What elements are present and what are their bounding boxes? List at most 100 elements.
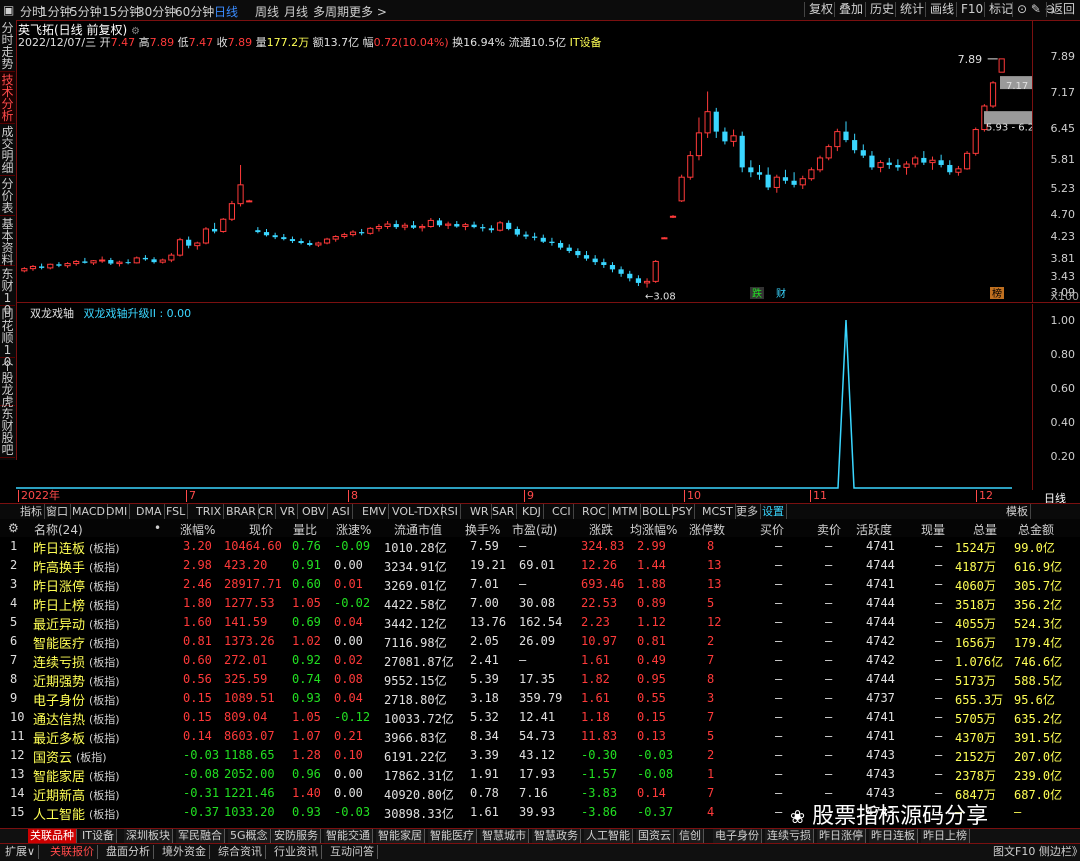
table-row[interactable]: 6 智能医疗 (板指) 0.81 1373.26 1.02 0.00 7116.98亿 2.05… xyxy=(0,632,1080,652)
related-tab-18[interactable]: 昨日上榜 xyxy=(921,829,970,843)
side-tab-2[interactable]: 成交明细 xyxy=(0,124,15,176)
indicator-tab-0[interactable]: 指标 xyxy=(18,504,45,519)
indicator-tab-1[interactable]: 窗口 xyxy=(44,504,71,519)
indicator-tab-21[interactable]: BOLL xyxy=(640,504,674,519)
side-tab-6[interactable]: 同花顺10 xyxy=(0,306,15,368)
table-row[interactable]: 1 昨日连板 (板指) 3.20 10464.60 0.76 -0.09 1010.28亿 7.… xyxy=(0,537,1080,557)
event-tag-2[interactable]: 榜 xyxy=(990,287,1004,300)
related-tab-5[interactable]: 安防服务 xyxy=(272,829,321,843)
column-header[interactable]: 总金额 xyxy=(1018,521,1054,538)
column-header[interactable]: 活跃度 xyxy=(856,521,892,538)
indicator-tab-11[interactable]: ASI xyxy=(330,504,353,519)
related-tab-8[interactable]: 智能医疗 xyxy=(428,829,477,843)
side-tab-5[interactable]: 东财10 xyxy=(0,266,15,316)
indicator-tab-24[interactable]: 更多 xyxy=(734,504,761,519)
related-tab-3[interactable]: 军民融合 xyxy=(176,829,225,843)
template-button[interactable]: 模板 xyxy=(1004,504,1031,519)
column-header[interactable]: 涨速% xyxy=(336,521,371,538)
period-7[interactable]: 周线 xyxy=(255,3,279,20)
indicator-tab-10[interactable]: OBV xyxy=(300,504,329,519)
toolbar-button-3[interactable]: 统计 xyxy=(895,2,928,17)
related-tab-16[interactable]: 昨日涨停 xyxy=(817,829,866,843)
side-tab-8[interactable]: 东财股吧 xyxy=(0,406,15,458)
period-9[interactable]: 多周期 xyxy=(313,3,349,20)
event-tag-1[interactable]: 财 xyxy=(774,287,788,300)
event-tag-0[interactable]: 跌 xyxy=(750,287,764,300)
column-header[interactable]: 涨跌 xyxy=(589,521,613,538)
table-row[interactable]: 8 近期强势 (板指) 0.56 325.59 0.74 0.08 9552.15亿 5.39 1… xyxy=(0,670,1080,690)
related-tab-6[interactable]: 智能交通 xyxy=(324,829,373,843)
related-tab-1[interactable]: IT设备 xyxy=(80,829,117,843)
indicator-tab-16[interactable]: SAR xyxy=(490,504,518,519)
related-tab-17[interactable]: 昨日连板 xyxy=(869,829,918,843)
bottom-nav-5[interactable]: 行业资讯 xyxy=(271,845,322,859)
indicator-tab-12[interactable]: EMV xyxy=(360,504,389,519)
indicator-tab-15[interactable]: WR xyxy=(468,504,492,519)
indicator-tab-7[interactable]: BRAR xyxy=(224,504,259,519)
candlestick-chart[interactable]: 7.89 ←3.08 7.17 - 5.93 - 6.26 跌 财 榜 xyxy=(16,48,1032,300)
related-tab-2[interactable]: 深圳板块 xyxy=(124,829,173,843)
table-row[interactable]: 13 智能家居 (板指) -0.08 2052.00 0.96 0.00 17862.31亿 1… xyxy=(0,765,1080,785)
column-header[interactable]: 涨幅% xyxy=(180,521,215,538)
indicator-tab-14[interactable]: RSI xyxy=(438,504,461,519)
table-row[interactable]: 9 电子身份 (板指) 0.15 1089.51 0.93 0.04 2718.80亿 3.18… xyxy=(0,689,1080,709)
indicator-tab-6[interactable]: TRIX xyxy=(194,504,225,519)
indicator-tab-18[interactable]: CCI xyxy=(550,504,574,519)
column-header[interactable]: 流通市值 xyxy=(394,521,442,538)
bottom-nav-4[interactable]: 综合资讯 xyxy=(215,845,266,859)
toolbar-button-5[interactable]: F10 xyxy=(956,2,987,17)
column-header[interactable]: • xyxy=(154,521,161,535)
side-tab-3[interactable]: 分价表 xyxy=(0,176,15,216)
side-tab-4[interactable]: 基本资料 xyxy=(0,216,15,266)
toolbar-button-1[interactable]: 叠加 xyxy=(834,2,867,17)
column-header[interactable]: 总量 xyxy=(973,521,997,538)
toolbar-button-4[interactable]: 画线 xyxy=(925,2,958,17)
related-tab-0[interactable]: 关联品种 xyxy=(28,829,77,843)
table-row[interactable]: 7 连续亏损 (板指) 0.60 272.01 0.92 0.02 27081.87亿 2.41… xyxy=(0,651,1080,671)
column-header[interactable]: 名称(24) xyxy=(34,521,83,538)
toolbar-button-0[interactable]: 复权 xyxy=(804,2,837,17)
column-header[interactable]: 涨停数 xyxy=(689,521,725,538)
indicator-tab-25[interactable]: 设置 xyxy=(760,504,787,519)
column-header[interactable]: 市盈(动) xyxy=(512,521,557,538)
column-header[interactable]: 换手% xyxy=(465,521,500,538)
related-tab-4[interactable]: 5G概念 xyxy=(228,829,271,843)
indicator-tab-23[interactable]: MCST xyxy=(700,504,736,519)
period-8[interactable]: 月线 xyxy=(284,3,308,20)
column-header[interactable]: 量比 xyxy=(293,521,317,538)
period-5[interactable]: 60分钟 xyxy=(175,3,214,20)
sidebar-toggle-icon[interactable]: ▣ xyxy=(3,3,14,17)
f10-sidebar-button[interactable]: 图文F10 侧边栏》 xyxy=(990,845,1080,859)
period-4[interactable]: 30分钟 xyxy=(137,3,176,20)
period-3[interactable]: 15分钟 xyxy=(102,3,141,20)
indicator-tab-19[interactable]: ROC xyxy=(580,504,609,519)
toolbar-button-2[interactable]: 历史 xyxy=(865,2,898,17)
period-2[interactable]: 5分钟 xyxy=(70,3,102,20)
table-row[interactable]: 2 昨高换手 (板指) 2.98 423.20 0.91 0.00 3234.91亿 19.21… xyxy=(0,556,1080,576)
related-tab-11[interactable]: 人工智能 xyxy=(584,829,633,843)
bottom-nav-2[interactable]: 盘面分析 xyxy=(103,845,154,859)
table-row[interactable]: 3 昨日涨停 (板指) 2.46 28917.71 0.60 0.01 3269.01亿 7.0… xyxy=(0,575,1080,595)
column-header[interactable]: 现价 xyxy=(249,521,273,538)
side-tab-1[interactable]: 技术分析 xyxy=(0,72,15,124)
period-10[interactable]: 更多 > xyxy=(349,3,387,20)
bottom-nav-3[interactable]: 境外资金 xyxy=(159,845,210,859)
table-row[interactable]: 5 最近异动 (板指) 1.60 141.59 0.69 0.04 3442.12亿 13.76… xyxy=(0,613,1080,633)
indicator-tab-22[interactable]: PSY xyxy=(670,504,696,519)
table-row[interactable]: 11 最近多板 (板指) 0.14 8603.07 1.07 0.21 3966.83亿 8.3… xyxy=(0,727,1080,747)
related-tab-7[interactable]: 智能家居 xyxy=(376,829,425,843)
bottom-nav-0[interactable]: 扩展∨ xyxy=(2,845,40,859)
indicator-tab-8[interactable]: CR xyxy=(256,504,277,519)
indicator-tab-9[interactable]: VR xyxy=(278,504,299,519)
column-header[interactable]: 均涨幅% xyxy=(630,521,677,538)
column-header[interactable]: 买价 xyxy=(760,521,784,538)
period-6[interactable]: 日线 xyxy=(214,3,238,20)
related-tab-15[interactable]: 连续亏损 xyxy=(765,829,814,843)
side-tab-7[interactable]: 个股龙虎 xyxy=(0,358,15,408)
related-tab-12[interactable]: 国资云 xyxy=(636,829,674,843)
related-tab-14[interactable]: 电子身份 xyxy=(713,829,762,843)
side-tab-0[interactable]: 分时走势 xyxy=(0,20,15,72)
table-row[interactable]: 12 国资云 (板指) -0.03 1188.65 1.28 0.10 6191.22亿 3.3… xyxy=(0,746,1080,766)
indicator-tab-17[interactable]: KDJ xyxy=(520,504,544,519)
toolbar-button-8[interactable]: 返回 xyxy=(1046,2,1079,17)
